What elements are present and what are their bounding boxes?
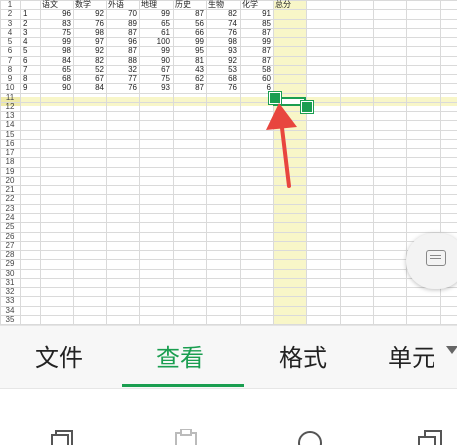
annotation-arrow-icon	[266, 103, 297, 188]
tab-file[interactable]: 文件	[35, 338, 83, 373]
ribbon-tab-bar: 文件 查看 格式 单元	[0, 325, 457, 388]
active-tab-indicator	[122, 384, 244, 387]
copy-icon[interactable]	[50, 429, 78, 445]
tab-scroll-more-icon[interactable]	[446, 346, 457, 354]
spreadsheet-grid[interactable]: 1 2 3 4 5 6 7 8 9 10 11 12 13 14 15 16 17 18 19 20 21 22 23 24 2…	[0, 0, 457, 325]
floating-keyboard-button[interactable]	[406, 233, 457, 289]
tab-cell[interactable]: 单元	[388, 338, 434, 373]
tab-view[interactable]: 查看	[156, 338, 204, 373]
paste-icon[interactable]	[172, 429, 200, 445]
layers-icon[interactable]	[415, 429, 447, 445]
bottom-toolbar	[0, 388, 457, 445]
tab-format[interactable]: 格式	[279, 338, 327, 373]
keyboard-icon	[426, 250, 446, 266]
search-icon[interactable]	[295, 429, 325, 445]
